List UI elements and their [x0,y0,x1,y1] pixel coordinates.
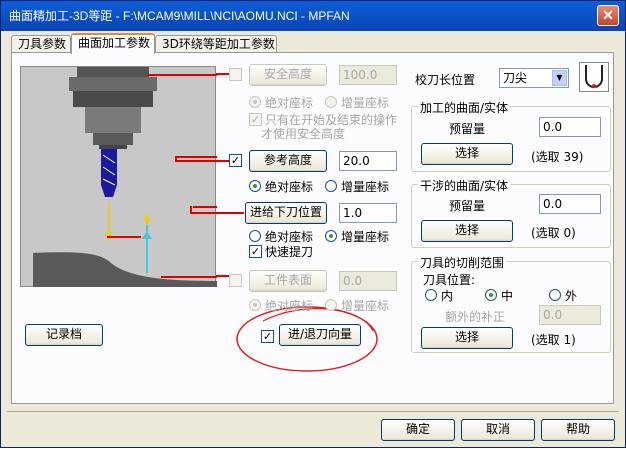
extra-offset-input[interactable]: 0.0 [539,305,601,325]
fast-retract-label: 快速提刀 [265,245,314,259]
tool-pos-label: 刀具位置: [423,273,476,287]
tip-position-select[interactable]: 刀尖 ▼ [499,68,569,88]
feed-plane-input[interactable]: 1.0 [339,203,397,223]
boundary-count: (选取 1) [531,333,576,347]
help-button[interactable]: 帮助 [541,419,615,441]
ref-inc-label: 增量座标 [341,180,390,194]
dialog-window: 曲面精加工-3D等距 - F:\MCAM9\MILL\NCI\AOMU.NCI … [0,0,626,448]
work-surface-input[interactable]: 0.0 [339,271,397,291]
feed-inc-label: 增量座标 [341,230,390,244]
footer-divider [7,411,619,412]
check-select-button[interactable]: 选择 [421,220,513,242]
pos-outside-label: 外 [565,289,578,303]
pos-inside-label: 内 [441,289,454,303]
safe-abs-label: 绝对座标 [265,96,314,110]
tip-position-label: 校刀长位置 [415,73,476,87]
work-surface-button[interactable]: 工件表面 [249,270,327,292]
work-surface-checkbox[interactable] [229,274,242,287]
boundary-group-title: 刀具的切削范围 [418,254,507,271]
ref-height-input[interactable]: 20.0 [339,151,397,171]
ref-inc-radio[interactable] [325,180,337,192]
check-count: (选取 0) [531,226,576,240]
tab-surface-params[interactable]: 曲面加工参数 [71,33,155,54]
record-file-button[interactable]: 记录档 [25,324,103,346]
work-abs-radio[interactable] [249,299,261,311]
pos-center-radio[interactable] [485,289,497,301]
work-abs-label: 绝对座标 [265,299,314,313]
drive-group-title: 加工的曲面/实体 [418,99,511,116]
ok-button[interactable]: 确定 [381,419,455,441]
feed-inc-radio[interactable] [325,230,337,242]
tip-position-value: 刀尖 [503,71,528,85]
work-inc-radio[interactable] [325,299,337,311]
ref-height-checkbox[interactable]: ✓ [229,154,242,167]
extra-offset-label: 额外的补正 [445,310,506,324]
feed-abs-radio[interactable] [249,230,261,242]
work-inc-label: 增量座标 [341,299,390,313]
pos-outside-radio[interactable] [549,289,561,301]
safe-inc-radio[interactable] [325,96,337,108]
safe-only-line2: 才使用安全高度 [261,127,346,141]
chevron-down-icon[interactable]: ▼ [552,70,567,86]
safe-height-checkbox[interactable] [229,68,242,81]
safe-abs-radio[interactable] [249,96,261,108]
boundary-select-button[interactable]: 选择 [421,327,513,349]
tool-tip-icon [579,62,609,92]
check-group-title: 干涉的曲面/实体 [418,177,511,194]
drive-stock-label: 预留量 [449,122,486,136]
ref-abs-label: 绝对座标 [265,180,314,194]
ref-height-button[interactable]: 参考高度 [249,150,327,172]
fast-retract-checkbox[interactable]: ✓ [249,245,262,258]
safe-height-button[interactable]: 安全高度 [249,64,327,86]
cancel-button[interactable]: 取消 [461,419,535,441]
drive-select-button[interactable]: 选择 [421,143,513,165]
feed-plane-button[interactable]: 进给下刀位置 [245,202,327,224]
lead-vector-checkbox[interactable]: ✓ [261,330,274,343]
check-stock-label: 预留量 [449,199,486,213]
safe-height-input[interactable]: 100.0 [339,65,397,85]
drive-count: (选取 39) [531,150,584,164]
lead-vector-button[interactable]: 进/退刀向量 [279,324,361,346]
check-stock-input[interactable]: 0.0 [539,194,601,214]
safe-inc-label: 增量座标 [341,96,390,110]
pos-center-label: 中 [501,289,514,303]
drive-stock-input[interactable]: 0.0 [539,117,601,137]
ref-abs-radio[interactable] [249,180,261,192]
pos-inside-radio[interactable] [425,289,437,301]
